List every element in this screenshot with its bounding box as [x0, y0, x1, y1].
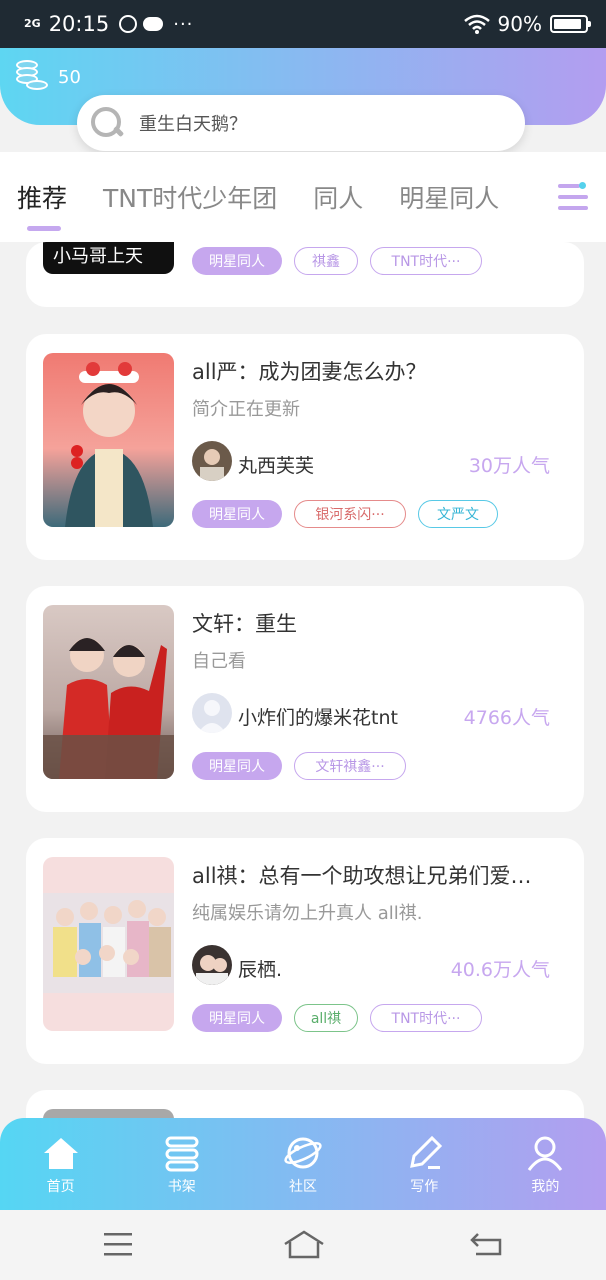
tab-tnt[interactable]: TNT时代少年团 [103, 179, 277, 215]
status-time: 20:15 [48, 12, 110, 36]
book-card[interactable]: 文轩：重生 自己看 小炸们的爆米花tnt 4766人气 明星同人 文轩祺鑫··· [26, 586, 584, 812]
tag[interactable]: all祺 [294, 1004, 358, 1032]
bookshelf-icon [165, 1136, 199, 1172]
search-bar[interactable]: 重生白天鹅？ [77, 95, 525, 151]
tag-row: 明星同人 文轩祺鑫··· [192, 752, 406, 780]
tag[interactable]: TNT时代··· [370, 247, 482, 275]
tag-row: 明星同人 祺鑫 TNT时代··· [192, 247, 482, 275]
nav-profile-label: 我的 [531, 1179, 560, 1195]
book-card[interactable]: 小马哥上天 明星同人 祺鑫 TNT时代··· [26, 242, 584, 307]
tag[interactable]: 明星同人 [192, 1004, 282, 1032]
nav-bookshelf-label: 书架 [167, 1179, 196, 1195]
popularity-count: 30万人气 [468, 455, 550, 477]
status-bar: 2G 20:15 ··· 90% [0, 0, 606, 48]
more-notifications-icon: ··· [173, 13, 194, 35]
tag[interactable]: 明星同人 [192, 500, 282, 528]
tag[interactable]: 明星同人 [192, 247, 282, 275]
book-cover[interactable] [43, 857, 174, 1031]
cloud-icon [143, 17, 164, 31]
nav-write[interactable]: 写作 [364, 1118, 485, 1210]
tag[interactable]: 文轩祺鑫··· [294, 752, 406, 780]
book-cover[interactable]: 小马哥上天 [43, 242, 174, 274]
nav-community-label: 社区 [289, 1179, 317, 1195]
book-title[interactable]: all祺：总有一个助攻想让兄弟们爱… [192, 860, 562, 890]
svg-text:小马哥上天: 小马哥上天 [53, 246, 143, 266]
book-description: 纯属娱乐请勿上升真人 all祺. [192, 903, 423, 924]
nav-community[interactable]: 社区 [242, 1118, 363, 1210]
book-cover[interactable] [43, 605, 174, 779]
coin-icon [16, 60, 50, 94]
book-card[interactable]: all严：成为团妻怎么办？ 简介正在更新 丸西芙芙 30万人气 明星同人 银河系… [26, 334, 584, 560]
back-icon[interactable] [470, 1230, 504, 1258]
book-card[interactable]: all祺：总有一个助攻想让兄弟们爱… 纯属娱乐请勿上升真人 all祺. 辰栖. … [26, 838, 584, 1064]
network-indicator: 2G [24, 17, 41, 30]
search-placeholder: 重生白天鹅？ [139, 114, 247, 135]
author-name[interactable]: 小炸们的爆米花tnt [238, 703, 398, 730]
coin-balance[interactable]: 50 [16, 60, 81, 94]
battery-percent: 90% [497, 12, 542, 36]
pen-icon [410, 1135, 443, 1169]
avatar [192, 693, 232, 733]
nav-bookshelf[interactable]: 书架 [121, 1118, 242, 1210]
tag[interactable]: 明星同人 [192, 752, 282, 780]
book-title[interactable]: 文轩：重生 [192, 608, 562, 638]
wifi-icon [463, 14, 490, 34]
nav-write-label: 写作 [410, 1179, 439, 1195]
nav-home[interactable]: 首页 [0, 1118, 121, 1210]
tab-fanfic[interactable]: 同人 [313, 179, 363, 215]
author-name[interactable]: 辰栖. [238, 955, 282, 982]
tag[interactable]: 银河系闪··· [294, 500, 406, 528]
book-title[interactable]: all严：成为团妻怎么办？ [192, 356, 562, 386]
tag[interactable]: 祺鑫 [294, 247, 358, 275]
tab-recommend[interactable]: 推荐 [17, 179, 67, 231]
user-icon [528, 1136, 563, 1171]
avatar [192, 441, 232, 481]
category-tabs: 推荐 TNT时代少年团 同人 明星同人 [0, 152, 606, 242]
home-icon [43, 1138, 78, 1169]
tag-row: 明星同人 银河系闪··· 文严文 [192, 500, 498, 528]
system-nav-bar [0, 1210, 606, 1280]
tab-star-fanfic[interactable]: 明星同人 [399, 179, 499, 215]
tag-row: 明星同人 all祺 TNT时代··· [192, 1004, 482, 1032]
tag[interactable]: 文严文 [418, 500, 498, 528]
status-right: 90% [463, 12, 591, 36]
tag[interactable]: TNT时代··· [370, 1004, 482, 1032]
book-description: 自己看 [192, 651, 246, 672]
author-name[interactable]: 丸西芙芙 [238, 451, 314, 478]
popularity-count: 4766人气 [463, 707, 550, 729]
book-description: 简介正在更新 [192, 399, 300, 420]
category-menu-icon[interactable] [554, 182, 594, 216]
nav-profile[interactable]: 我的 [485, 1118, 606, 1210]
book-cover[interactable] [43, 353, 174, 527]
search-icon [89, 105, 125, 141]
bottom-nav: 首页 书架 社区 写作 我的 [0, 1118, 606, 1210]
coin-count: 50 [58, 66, 81, 88]
popularity-count: 40.6万人气 [450, 959, 550, 981]
planet-icon [284, 1137, 322, 1169]
notification-icon [119, 15, 138, 33]
battery-icon [550, 15, 591, 33]
avatar [192, 945, 232, 985]
menu-icon[interactable] [104, 1232, 134, 1256]
nav-home-label: 首页 [46, 1179, 75, 1195]
home-button-icon[interactable] [283, 1230, 325, 1260]
